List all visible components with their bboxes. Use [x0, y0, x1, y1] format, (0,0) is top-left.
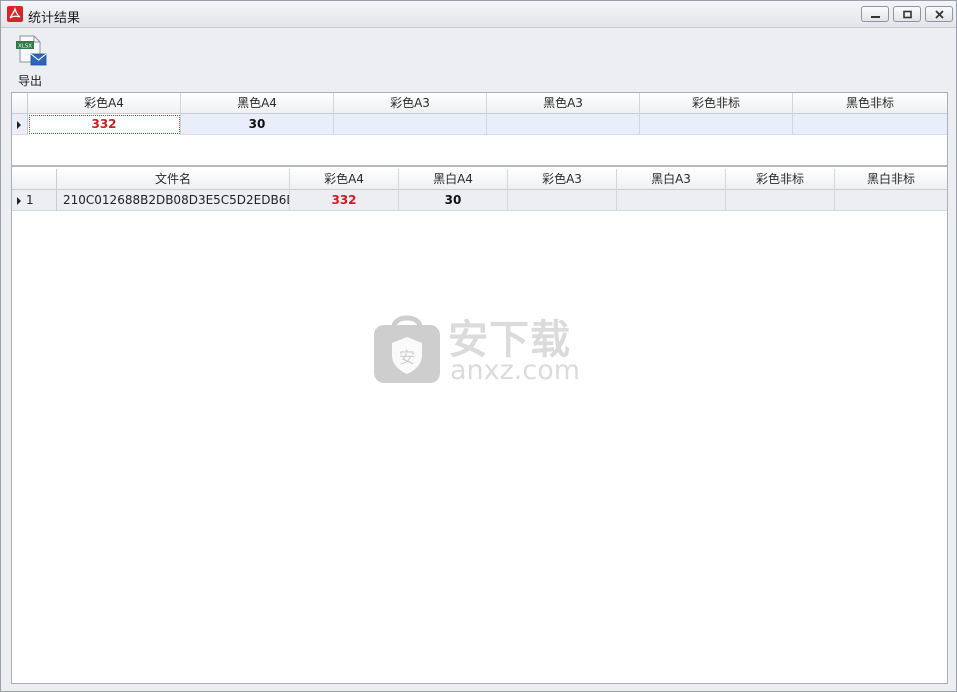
detail-col-header[interactable]: 黑白非标 [835, 169, 947, 190]
row-header[interactable]: 1 [12, 190, 57, 211]
shopping-bag-shield-icon: 安 [374, 315, 440, 383]
table-row[interactable]: 1 210C012688B2DB08D3E5C5D2EDB6D... 332 3… [12, 190, 947, 211]
close-button[interactable] [925, 6, 953, 22]
summary-col-header[interactable]: 彩色非标 [640, 93, 793, 114]
bw-a3-cell[interactable] [617, 190, 726, 211]
detail-col-header[interactable]: 彩色非标 [726, 169, 835, 190]
export-label: 导出 [17, 74, 42, 88]
detail-col-header[interactable]: 黑白A4 [399, 169, 508, 190]
detail-col-header[interactable]: 彩色A3 [508, 169, 617, 190]
summary-cell-color-a4[interactable]: 332 [28, 114, 181, 135]
svg-text:XLSX: XLSX [18, 44, 32, 50]
row-number-header [12, 169, 57, 190]
toolbar: XLSX 导出 [1, 28, 956, 88]
detail-col-header[interactable]: 文件名 [57, 169, 290, 190]
summary-grid: 彩色A4 黑色A4 彩色A3 黑色A3 彩色非标 黑色非标 332 30 [12, 93, 947, 167]
watermark: 安 安下载 anxz.com [372, 305, 602, 395]
summary-cell-color-nonstd[interactable] [640, 114, 793, 135]
detail-header-row: 文件名 彩色A4 黑白A4 彩色A3 黑白A3 彩色非标 黑白非标 [12, 169, 947, 190]
row-indicator-header [12, 93, 28, 114]
file-name-cell[interactable]: 210C012688B2DB08D3E5C5D2EDB6D... [57, 190, 290, 211]
minimize-button[interactable] [861, 6, 889, 22]
detail-col-header[interactable]: 彩色A4 [290, 169, 399, 190]
maximize-button[interactable] [893, 6, 921, 22]
summary-col-header[interactable]: 黑色A4 [181, 93, 334, 114]
current-row-arrow-icon [17, 197, 21, 205]
results-panel: 彩色A4 黑色A4 彩色A3 黑色A3 彩色非标 黑色非标 332 30 文件名… [11, 92, 948, 684]
window-title: 统计结果 [28, 11, 81, 26]
color-nonstd-cell[interactable] [726, 190, 835, 211]
maximize-icon [903, 10, 912, 19]
row-indicator[interactable] [12, 114, 28, 135]
summary-cell-black-nonstd[interactable] [793, 114, 947, 135]
bw-nonstd-cell[interactable] [835, 190, 947, 211]
svg-text:安: 安 [399, 348, 415, 367]
summary-cell-black-a3[interactable] [487, 114, 640, 135]
current-row-arrow-icon [17, 121, 21, 129]
bw-a4-cell[interactable]: 30 [399, 190, 508, 211]
row-number: 1 [26, 193, 34, 207]
watermark-subtitle: anxz.com [450, 355, 581, 386]
export-button[interactable]: XLSX 导出 [9, 32, 51, 88]
statistics-window: 统计结果 XLSX 导出 彩色A4 黑色A4 彩色A3 黑色A3 彩色非标 黑色… [0, 0, 957, 692]
summary-row[interactable]: 332 30 [12, 114, 947, 135]
summary-cell-black-a4[interactable]: 30 [181, 114, 334, 135]
summary-col-header[interactable]: 彩色A3 [334, 93, 487, 114]
color-a3-cell[interactable] [508, 190, 617, 211]
detail-col-header[interactable]: 黑白A3 [617, 169, 726, 190]
summary-cell-color-a3[interactable] [334, 114, 487, 135]
minimize-icon [871, 16, 880, 18]
summary-col-header[interactable]: 黑色非标 [793, 93, 947, 114]
summary-header-row: 彩色A4 黑色A4 彩色A3 黑色A3 彩色非标 黑色非标 [12, 93, 947, 114]
close-icon [935, 10, 944, 19]
xlsx-mail-export-icon: XLSX [16, 35, 47, 66]
app-pdf-icon [7, 6, 23, 22]
title-bar[interactable]: 统计结果 [1, 1, 956, 28]
summary-col-header[interactable]: 彩色A4 [28, 93, 181, 114]
summary-col-header[interactable]: 黑色A3 [487, 93, 640, 114]
color-a4-cell[interactable]: 332 [290, 190, 399, 211]
